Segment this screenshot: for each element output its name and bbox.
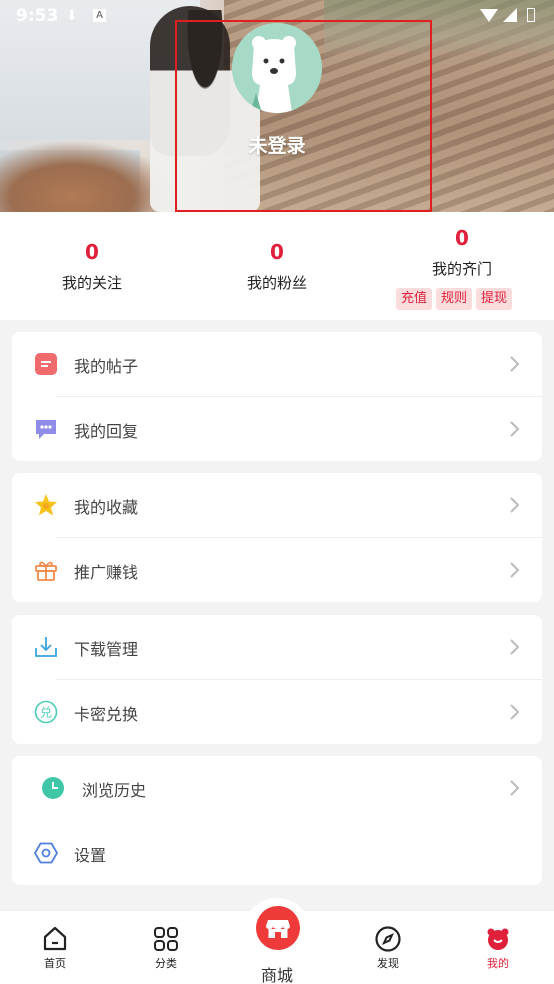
menu-item-my-posts[interactable]: 我的帖子 xyxy=(12,332,542,397)
stat-fans-value: 0 xyxy=(270,240,284,264)
menu-label-history: 浏览历史 xyxy=(82,781,147,800)
menu-item-redeem[interactable]: 兑 卡密兑换 xyxy=(12,680,542,744)
nav-shop-button[interactable] xyxy=(256,906,300,950)
shop-icon xyxy=(266,920,290,938)
stat-coins[interactable]: 0 我的齐门 xyxy=(400,226,524,279)
menu-item-favorites[interactable]: 我的收藏 xyxy=(12,473,542,538)
download-icon xyxy=(35,637,57,657)
svg-text:兑: 兑 xyxy=(40,706,52,720)
download-status-icon: ⬇ xyxy=(66,8,78,24)
stat-following-value: 0 xyxy=(85,240,99,264)
replies-icon xyxy=(36,420,56,439)
stat-following-label: 我的关注 xyxy=(61,274,122,292)
menu-label-my-posts: 我的帖子 xyxy=(74,357,139,376)
menu-label-my-replies: 我的回复 xyxy=(74,422,139,441)
menu-label-redeem: 卡密兑换 xyxy=(74,705,139,724)
rules-button[interactable]: 规则 xyxy=(436,288,473,310)
settings-icon xyxy=(34,842,58,864)
nav-discover[interactable]: 发现 xyxy=(348,911,428,971)
stat-fans-label: 我的粉丝 xyxy=(246,274,307,292)
nav-mine-label: 我的 xyxy=(487,957,509,970)
home-icon xyxy=(43,926,67,951)
nav-category[interactable]: 分类 xyxy=(126,911,206,971)
mine-icon xyxy=(487,928,509,950)
menu-label-favorites: 我的收藏 xyxy=(74,498,139,517)
redeem-icon: 兑 xyxy=(34,700,58,724)
coin-actions: 充值 规则 提现 xyxy=(396,287,516,310)
clock-icon xyxy=(42,777,64,799)
nav-home-label: 首页 xyxy=(44,957,66,970)
chevron-right-icon xyxy=(510,780,520,796)
gift-icon xyxy=(35,561,57,581)
menu-card-posts: 我的帖子 我的回复 xyxy=(12,332,542,461)
nav-category-label: 分类 xyxy=(155,957,177,970)
menu-card-history: 浏览历史 设置 xyxy=(12,756,542,885)
chevron-right-icon xyxy=(510,639,520,655)
menu-card-downloads: 下载管理 兑 卡密兑换 xyxy=(12,615,542,744)
status-time: 9:53 xyxy=(16,6,59,26)
nav-discover-label: 发现 xyxy=(377,957,399,970)
chevron-right-icon xyxy=(510,562,520,578)
chevron-right-icon xyxy=(510,421,520,437)
nav-home[interactable]: 首页 xyxy=(15,911,95,971)
battery-icon xyxy=(527,8,535,22)
chevron-right-icon xyxy=(510,497,520,513)
menu-item-my-replies[interactable]: 我的回复 xyxy=(12,397,542,461)
nav-shop-label[interactable]: 商城 xyxy=(237,962,317,984)
recharge-button[interactable]: 充值 xyxy=(396,288,433,310)
menu-item-promote[interactable]: 推广赚钱 xyxy=(12,538,542,602)
menu-item-settings[interactable]: 设置 xyxy=(12,821,542,885)
chevron-right-icon xyxy=(510,704,520,720)
menu-label-downloads: 下载管理 xyxy=(74,640,139,659)
stat-coins-value: 0 xyxy=(455,226,469,250)
grid-icon xyxy=(154,927,178,951)
menu-item-history[interactable]: 浏览历史 xyxy=(12,756,542,820)
star-icon xyxy=(35,494,57,516)
menu-label-promote: 推广赚钱 xyxy=(74,563,139,582)
wifi-icon xyxy=(480,9,498,22)
stat-coins-label: 我的齐门 xyxy=(431,260,492,278)
menu-card-favorites: 我的收藏 推广赚钱 xyxy=(12,473,542,602)
profile-highlight-box xyxy=(175,20,432,212)
posts-icon xyxy=(35,353,57,375)
stat-fans[interactable]: 0 我的粉丝 xyxy=(217,240,337,293)
chevron-right-icon xyxy=(510,356,520,372)
compass-icon xyxy=(375,926,401,952)
keyboard-status-icon: A xyxy=(93,9,106,22)
nav-mine[interactable]: 我的 xyxy=(458,911,538,971)
menu-label-settings: 设置 xyxy=(74,846,107,865)
stat-following[interactable]: 0 我的关注 xyxy=(32,240,152,293)
withdraw-button[interactable]: 提现 xyxy=(476,288,513,310)
signal-icon xyxy=(503,8,517,22)
menu-item-downloads[interactable]: 下载管理 xyxy=(12,615,542,680)
